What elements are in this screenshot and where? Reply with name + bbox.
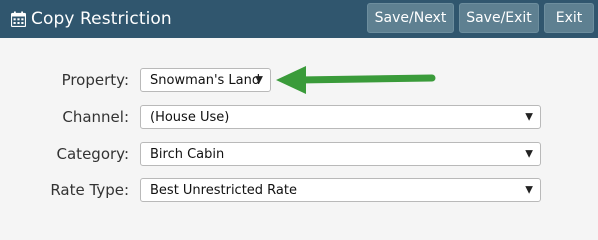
property-label: Property: (61, 71, 129, 89)
rate-type-select[interactable]: Best Unrestricted Rate ▼ (140, 178, 541, 202)
property-select-value: Snowman's Land (150, 72, 261, 88)
chevron-down-icon: ▼ (525, 148, 533, 160)
exit-button[interactable]: Exit (544, 3, 594, 33)
save-next-button[interactable]: Save/Next (367, 3, 454, 33)
chevron-down-icon: ▼ (255, 74, 263, 86)
page-title: Copy Restriction (11, 0, 172, 38)
chevron-down-icon: ▼ (525, 111, 533, 123)
rate-type-select-value: Best Unrestricted Rate (150, 182, 297, 198)
category-select[interactable]: Birch Cabin ▼ (140, 142, 541, 166)
category-label: Category: (56, 145, 129, 163)
category-select-value: Birch Cabin (150, 146, 225, 162)
channel-label: Channel: (62, 108, 129, 126)
annotation-arrow (276, 66, 436, 94)
page-title-text: Copy Restriction (31, 9, 172, 29)
chevron-down-icon: ▼ (525, 184, 533, 196)
save-exit-button[interactable]: Save/Exit (459, 3, 539, 33)
rate-type-label: Rate Type: (50, 181, 129, 199)
property-select[interactable]: Snowman's Land ▼ (140, 68, 271, 92)
calendar-icon (11, 11, 26, 27)
channel-select-value: (House Use) (150, 109, 230, 125)
channel-select[interactable]: (House Use) ▼ (140, 105, 541, 129)
header-bar: Copy Restriction Save/Next Save/Exit Exi… (0, 0, 598, 38)
